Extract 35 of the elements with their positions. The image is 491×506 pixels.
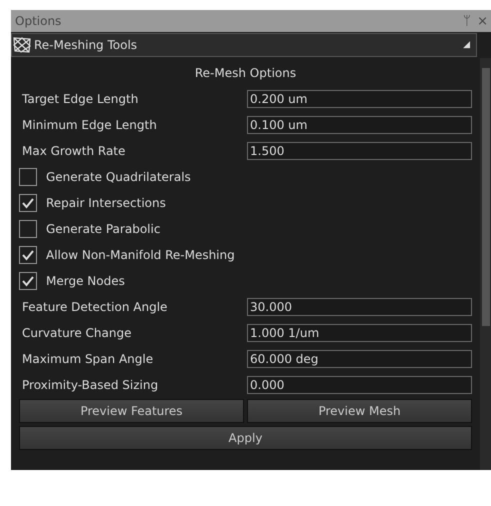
input-field[interactable]: 0.100 um <box>247 116 472 134</box>
pin-button[interactable]: ᛘ <box>460 14 474 28</box>
scrollbar-thumb[interactable] <box>482 68 490 326</box>
checkbox-label: Repair Intersections <box>46 196 166 210</box>
checkbox[interactable] <box>19 168 37 186</box>
input-field[interactable]: 60.000 deg <box>247 350 472 368</box>
tool-dropdown[interactable]: Re-Meshing Tools ◢ <box>11 33 477 57</box>
section-title: Re-Mesh Options <box>194 66 296 80</box>
input-field[interactable]: 0.200 um <box>247 90 472 108</box>
apply-button[interactable]: Apply <box>19 426 472 450</box>
field-label: Minimum Edge Length <box>21 118 158 132</box>
checkbox-label: Generate Quadrilaterals <box>46 170 191 184</box>
field-label: Max Growth Rate <box>21 144 126 158</box>
checkbox-label: Allow Non-Manifold Re-Meshing <box>46 248 235 262</box>
close-button[interactable]: × <box>474 14 491 28</box>
input-field[interactable]: 1.000 1/um <box>247 324 472 342</box>
input-field[interactable]: 0.000 <box>247 376 472 394</box>
field-label: Target Edge Length <box>21 92 140 106</box>
field-label: Maximum Span Angle <box>21 352 154 366</box>
window-title: Options <box>15 14 62 28</box>
checkbox[interactable] <box>19 220 37 238</box>
checkbox[interactable] <box>19 194 37 212</box>
preview-button[interactable]: Preview Features <box>19 399 244 423</box>
checkbox-label: Generate Parabolic <box>46 222 160 236</box>
field-label: Feature Detection Angle <box>21 300 168 314</box>
checkbox-label: Merge Nodes <box>46 274 125 288</box>
input-field[interactable]: 30.000 <box>247 298 472 316</box>
mesh-icon <box>12 36 32 54</box>
field-label: Proximity-Based Sizing <box>21 378 160 392</box>
preview-button[interactable]: Preview Mesh <box>247 399 472 423</box>
checkbox[interactable] <box>19 272 37 290</box>
checkbox[interactable] <box>19 246 37 264</box>
input-field[interactable]: 1.500 <box>247 142 472 160</box>
scrollbar[interactable] <box>480 58 491 470</box>
field-label: Curvature Change <box>21 326 132 340</box>
